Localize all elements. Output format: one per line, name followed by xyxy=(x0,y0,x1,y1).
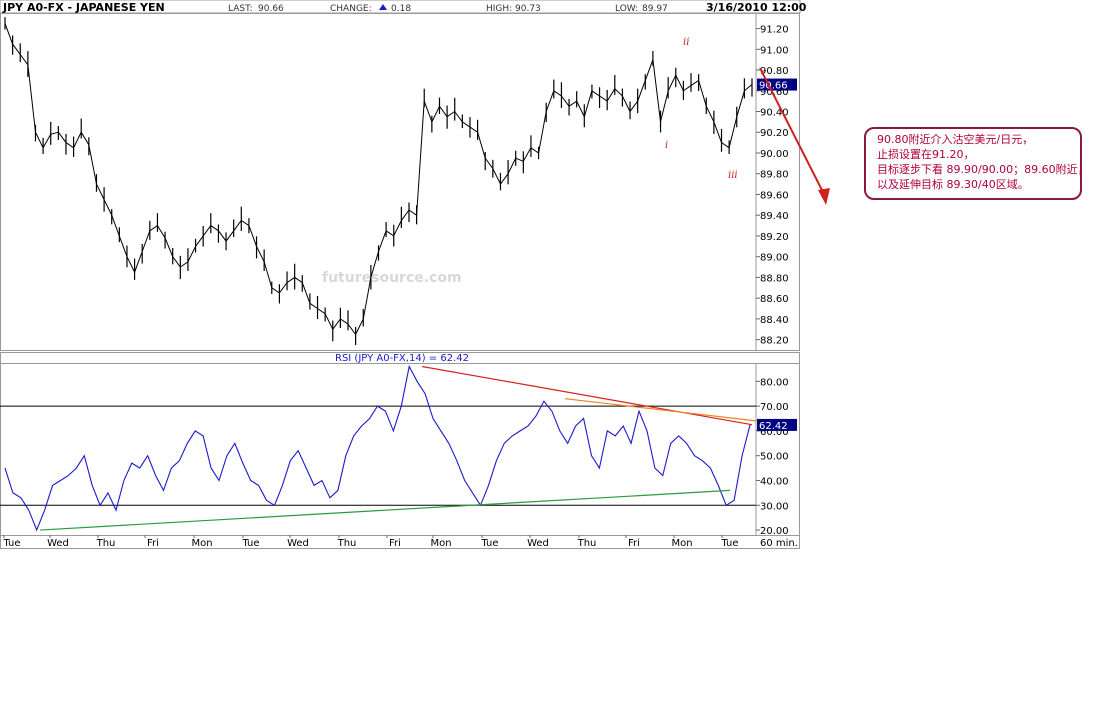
price-line xyxy=(4,23,753,336)
x-axis-label: Tue xyxy=(720,538,738,549)
price-tick-label: 91.00 xyxy=(760,45,789,56)
x-axis-label: Wed xyxy=(287,538,309,549)
x-axis-label: Wed xyxy=(47,538,69,549)
rsi-panel-frame xyxy=(0,352,800,549)
last-price-tag-label: 90.66 xyxy=(759,81,788,92)
rsi-title: RSI (JPY A0-FX,14) = 62.42 xyxy=(335,353,469,364)
forecast-arrowhead-icon xyxy=(818,188,830,205)
rsi-tick-label: 80.00 xyxy=(760,377,789,388)
price-tick-label: 90.20 xyxy=(760,128,789,139)
rsi-support-trendline xyxy=(39,489,731,531)
chart: JPY A0-FX - JAPANESE YEN LAST: 90.66 CHANGE… xyxy=(0,0,830,549)
last-label: LAST: xyxy=(228,4,253,14)
price-tick-label: 88.20 xyxy=(760,336,789,347)
rsi-tick-label: 40.00 xyxy=(760,476,789,487)
price-tick-label: 88.40 xyxy=(760,315,789,326)
x-axis-label: Fri xyxy=(389,538,401,549)
price-tick-label: 88.60 xyxy=(760,294,789,305)
high-label: HIGH: xyxy=(486,4,512,14)
rsi-secondary-trendline xyxy=(564,398,758,422)
last-value: 90.66 xyxy=(258,4,284,14)
rsi-last-tag-label: 62.42 xyxy=(759,421,788,432)
high-value: 90.73 xyxy=(515,4,541,14)
wave-label-iii: iii xyxy=(728,170,738,181)
symbol-title: JPY A0-FX - JAPANESE YEN xyxy=(2,1,165,14)
rsi-tick-label: 20.00 xyxy=(760,526,789,537)
x-axis-label: Mon xyxy=(191,538,212,549)
x-axis-label: Thu xyxy=(337,538,357,549)
low-label: LOW: xyxy=(615,4,638,14)
price-tick-label: 88.80 xyxy=(760,273,789,284)
change-label: CHANGE: xyxy=(330,4,372,14)
x-axis-label: Wed xyxy=(527,538,549,549)
rsi-tick-label: 30.00 xyxy=(760,501,789,512)
rsi-tick-label: 70.00 xyxy=(760,402,789,413)
x-axis-label: Thu xyxy=(577,538,597,549)
wave-label-ii: ii xyxy=(683,37,689,48)
x-axis-label: Fri xyxy=(628,538,640,549)
price-tick-label: 89.20 xyxy=(760,232,789,243)
low-value: 89.97 xyxy=(642,4,668,14)
annotation-line-4: 以及延伸目标 89.30/40区域。 xyxy=(877,178,1029,191)
annotation-line-1: 90.80附近介入沽空美元/日元， xyxy=(877,133,1034,146)
trade-annotation-box: 90.80附近介入沽空美元/日元， 止损设置在91.20， 目标逐步下看 89.… xyxy=(864,127,1089,200)
change-value: 0.18 xyxy=(391,4,411,14)
price-tick-label: 91.20 xyxy=(760,25,789,36)
x-axis-label: Mon xyxy=(671,538,692,549)
timeframe-label: 60 min. xyxy=(760,538,798,549)
price-tick-label: 89.60 xyxy=(760,190,789,201)
price-tick-label: 90.00 xyxy=(760,149,789,160)
watermark: futuresource.com xyxy=(322,270,462,286)
x-axis-label: Fri xyxy=(147,538,159,549)
x-axis-label: Tue xyxy=(2,538,20,549)
rsi-resistance-trendline xyxy=(421,365,753,426)
x-axis-label: Thu xyxy=(96,538,116,549)
wave-label-i: i xyxy=(665,140,668,151)
x-axis-label: Mon xyxy=(430,538,451,549)
price-tick-label: 89.00 xyxy=(760,253,789,264)
price-tick-label: 89.40 xyxy=(760,211,789,222)
x-axis-label: Tue xyxy=(241,538,259,549)
price-panel-frame xyxy=(0,13,800,351)
annotation-line-3: 目标逐步下看 89.90/90.00；89.60附近， xyxy=(877,163,1089,176)
price-tick-label: 89.80 xyxy=(760,170,789,181)
annotation-line-2: 止损设置在91.20， xyxy=(877,148,975,161)
x-axis-label: Tue xyxy=(480,538,498,549)
datetime: 3/16/2010 12:00 xyxy=(706,1,807,14)
rsi-tick-label: 50.00 xyxy=(760,452,789,463)
